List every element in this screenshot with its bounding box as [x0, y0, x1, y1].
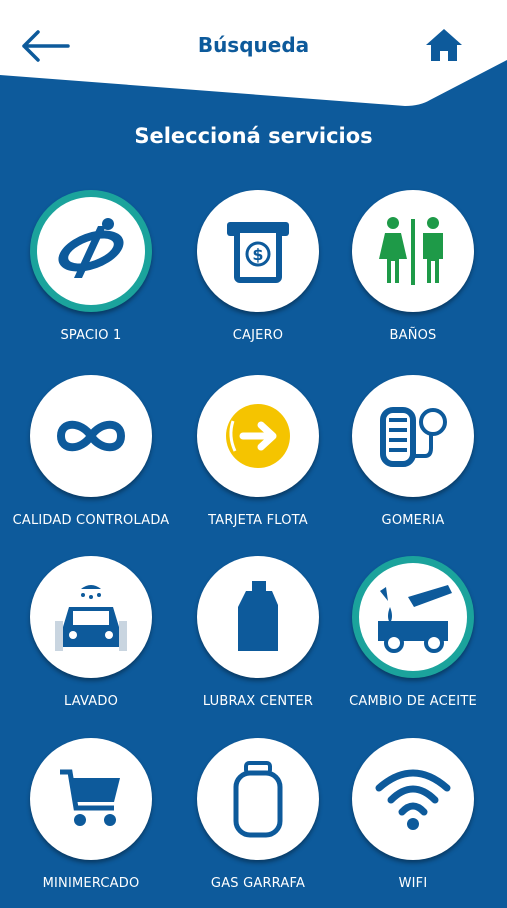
- calidad-circle: [30, 375, 152, 497]
- section-title: Seleccioná servicios: [134, 124, 373, 148]
- cajero-circle: $: [197, 190, 319, 312]
- service-label: MINIMERCADO: [42, 876, 140, 891]
- car-wash-icon: [55, 585, 127, 651]
- service-label: CALIDAD CONTROLADA: [12, 513, 170, 528]
- gas-cylinder-icon: [233, 761, 283, 838]
- lavado-circle: [30, 556, 152, 678]
- spacio1-logo-icon: [58, 218, 124, 278]
- cambio-aceite-circle: [352, 556, 474, 678]
- banos-circle: [352, 190, 474, 312]
- arrow-card-icon: [226, 404, 290, 468]
- service-calidad-controlada[interactable]: CALIDAD CONTROLADA: [6, 375, 176, 545]
- wifi-icon: [375, 769, 451, 830]
- atm-icon: $: [227, 222, 289, 283]
- spacio1-circle: [30, 190, 152, 312]
- service-banos[interactable]: BAÑOS: [328, 190, 498, 360]
- service-label: CAMBIO DE ACEITE: [349, 694, 477, 709]
- gas-garrafa-circle: [197, 738, 319, 860]
- wifi-circle: [352, 738, 474, 860]
- service-label: GOMERIA: [381, 513, 445, 528]
- tire-gauge-icon: [380, 407, 447, 467]
- minimercado-circle: [30, 738, 152, 860]
- service-minimercado[interactable]: MINIMERCADO: [6, 738, 176, 908]
- service-lavado[interactable]: LAVADO: [6, 556, 176, 726]
- gomeria-circle: [352, 375, 474, 497]
- service-spacio1[interactable]: SPACIO 1: [6, 190, 176, 360]
- infinity-icon: [56, 420, 126, 452]
- tarjeta-circle: [197, 375, 319, 497]
- service-cambio-aceite[interactable]: CAMBIO DE ACEITE: [328, 556, 498, 726]
- service-label: WIFI: [398, 876, 428, 891]
- service-wifi[interactable]: WIFI: [328, 738, 498, 908]
- service-label: SPACIO 1: [60, 328, 122, 343]
- service-gomeria[interactable]: GOMERIA: [328, 375, 498, 545]
- shopping-cart-icon: [60, 769, 120, 826]
- oil-bottle-icon: [238, 581, 278, 651]
- lubrax-circle: [197, 556, 319, 678]
- svg-text:$: $: [252, 245, 263, 264]
- car-hood-oil-icon: [378, 585, 452, 653]
- service-label: BAÑOS: [389, 328, 437, 343]
- service-label: LAVADO: [64, 694, 118, 709]
- restroom-icon: [379, 217, 443, 285]
- home-icon[interactable]: [424, 26, 464, 64]
